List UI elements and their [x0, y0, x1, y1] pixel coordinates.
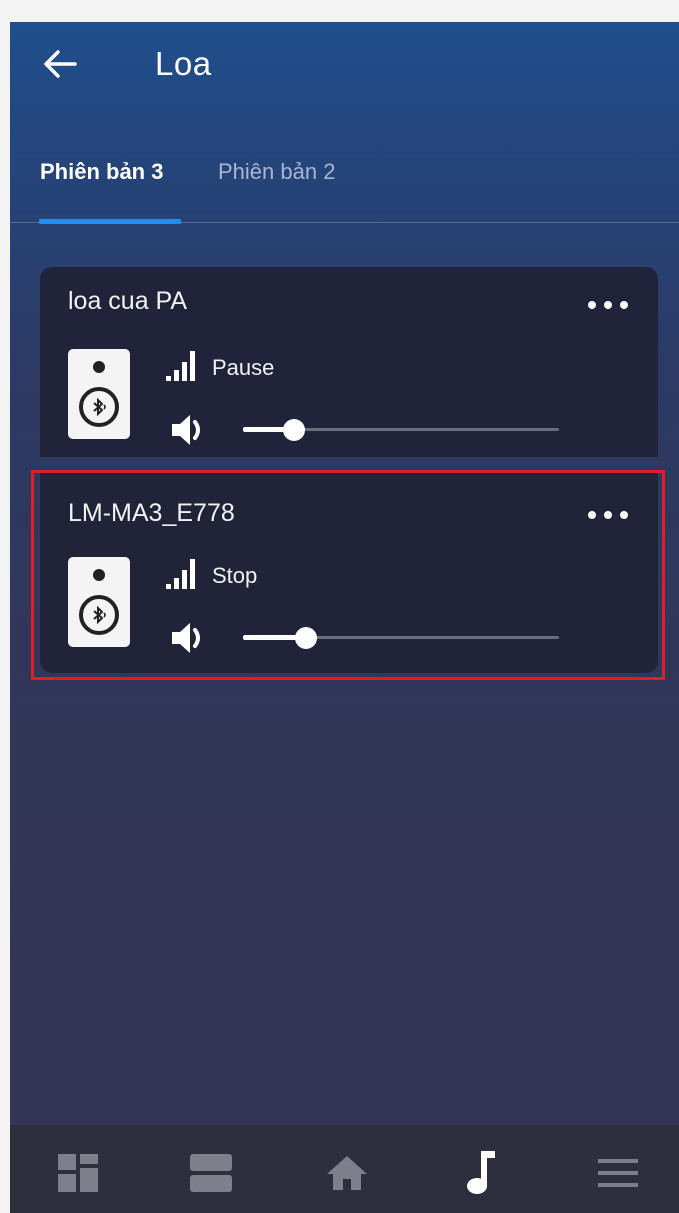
nav-music[interactable] [452, 1143, 512, 1203]
volume-icon[interactable] [170, 413, 210, 447]
arrow-left-icon [44, 50, 77, 78]
dashboard-icon [58, 1154, 98, 1192]
bottom-navigation [10, 1125, 679, 1213]
more-dot [588, 301, 596, 309]
volume-slider[interactable] [243, 627, 559, 649]
home-icon [327, 1156, 367, 1190]
music-note-icon [467, 1151, 495, 1194]
more-dot [588, 511, 596, 519]
volume-icon[interactable] [170, 621, 210, 655]
active-tab-indicator [39, 219, 181, 224]
rooms-icon [190, 1154, 232, 1192]
speaker-bluetooth-icon [68, 349, 130, 439]
tab-bar: Phiên bản 3 Phiên bản 2 [10, 140, 679, 224]
speaker-name: LM-MA3_E778 [68, 499, 235, 527]
signal-strength-icon [166, 351, 200, 381]
nav-rooms[interactable] [181, 1143, 241, 1203]
more-options-button[interactable] [588, 293, 628, 317]
signal-strength-icon [166, 559, 200, 589]
speaker-card[interactable]: LM-MA3_E778 Stop [40, 473, 658, 673]
app-screen: Loa Phiên bản 3 Phiên bản 2 loa cua PA P… [10, 22, 679, 1213]
more-dot [620, 301, 628, 309]
page-title: Loa [155, 45, 212, 82]
app-header: Loa [10, 22, 679, 112]
menu-icon [598, 1159, 638, 1187]
tab-version-2[interactable]: Phiên bản 2 [218, 152, 335, 192]
speaker-card[interactable]: loa cua PA Pause [40, 267, 658, 457]
speaker-name: loa cua PA [68, 287, 188, 315]
volume-slider[interactable] [243, 419, 559, 441]
back-button[interactable] [40, 44, 80, 84]
more-dot [620, 511, 628, 519]
nav-home[interactable] [317, 1143, 377, 1203]
playback-status: Stop [212, 563, 258, 588]
playback-status: Pause [212, 355, 275, 380]
nav-menu[interactable] [588, 1143, 648, 1203]
more-dot [604, 511, 612, 519]
nav-dashboard[interactable] [48, 1143, 108, 1203]
more-dot [604, 301, 612, 309]
speaker-bluetooth-icon [68, 557, 130, 647]
more-options-button[interactable] [588, 503, 628, 527]
tab-version-3[interactable]: Phiên bản 3 [40, 152, 163, 192]
